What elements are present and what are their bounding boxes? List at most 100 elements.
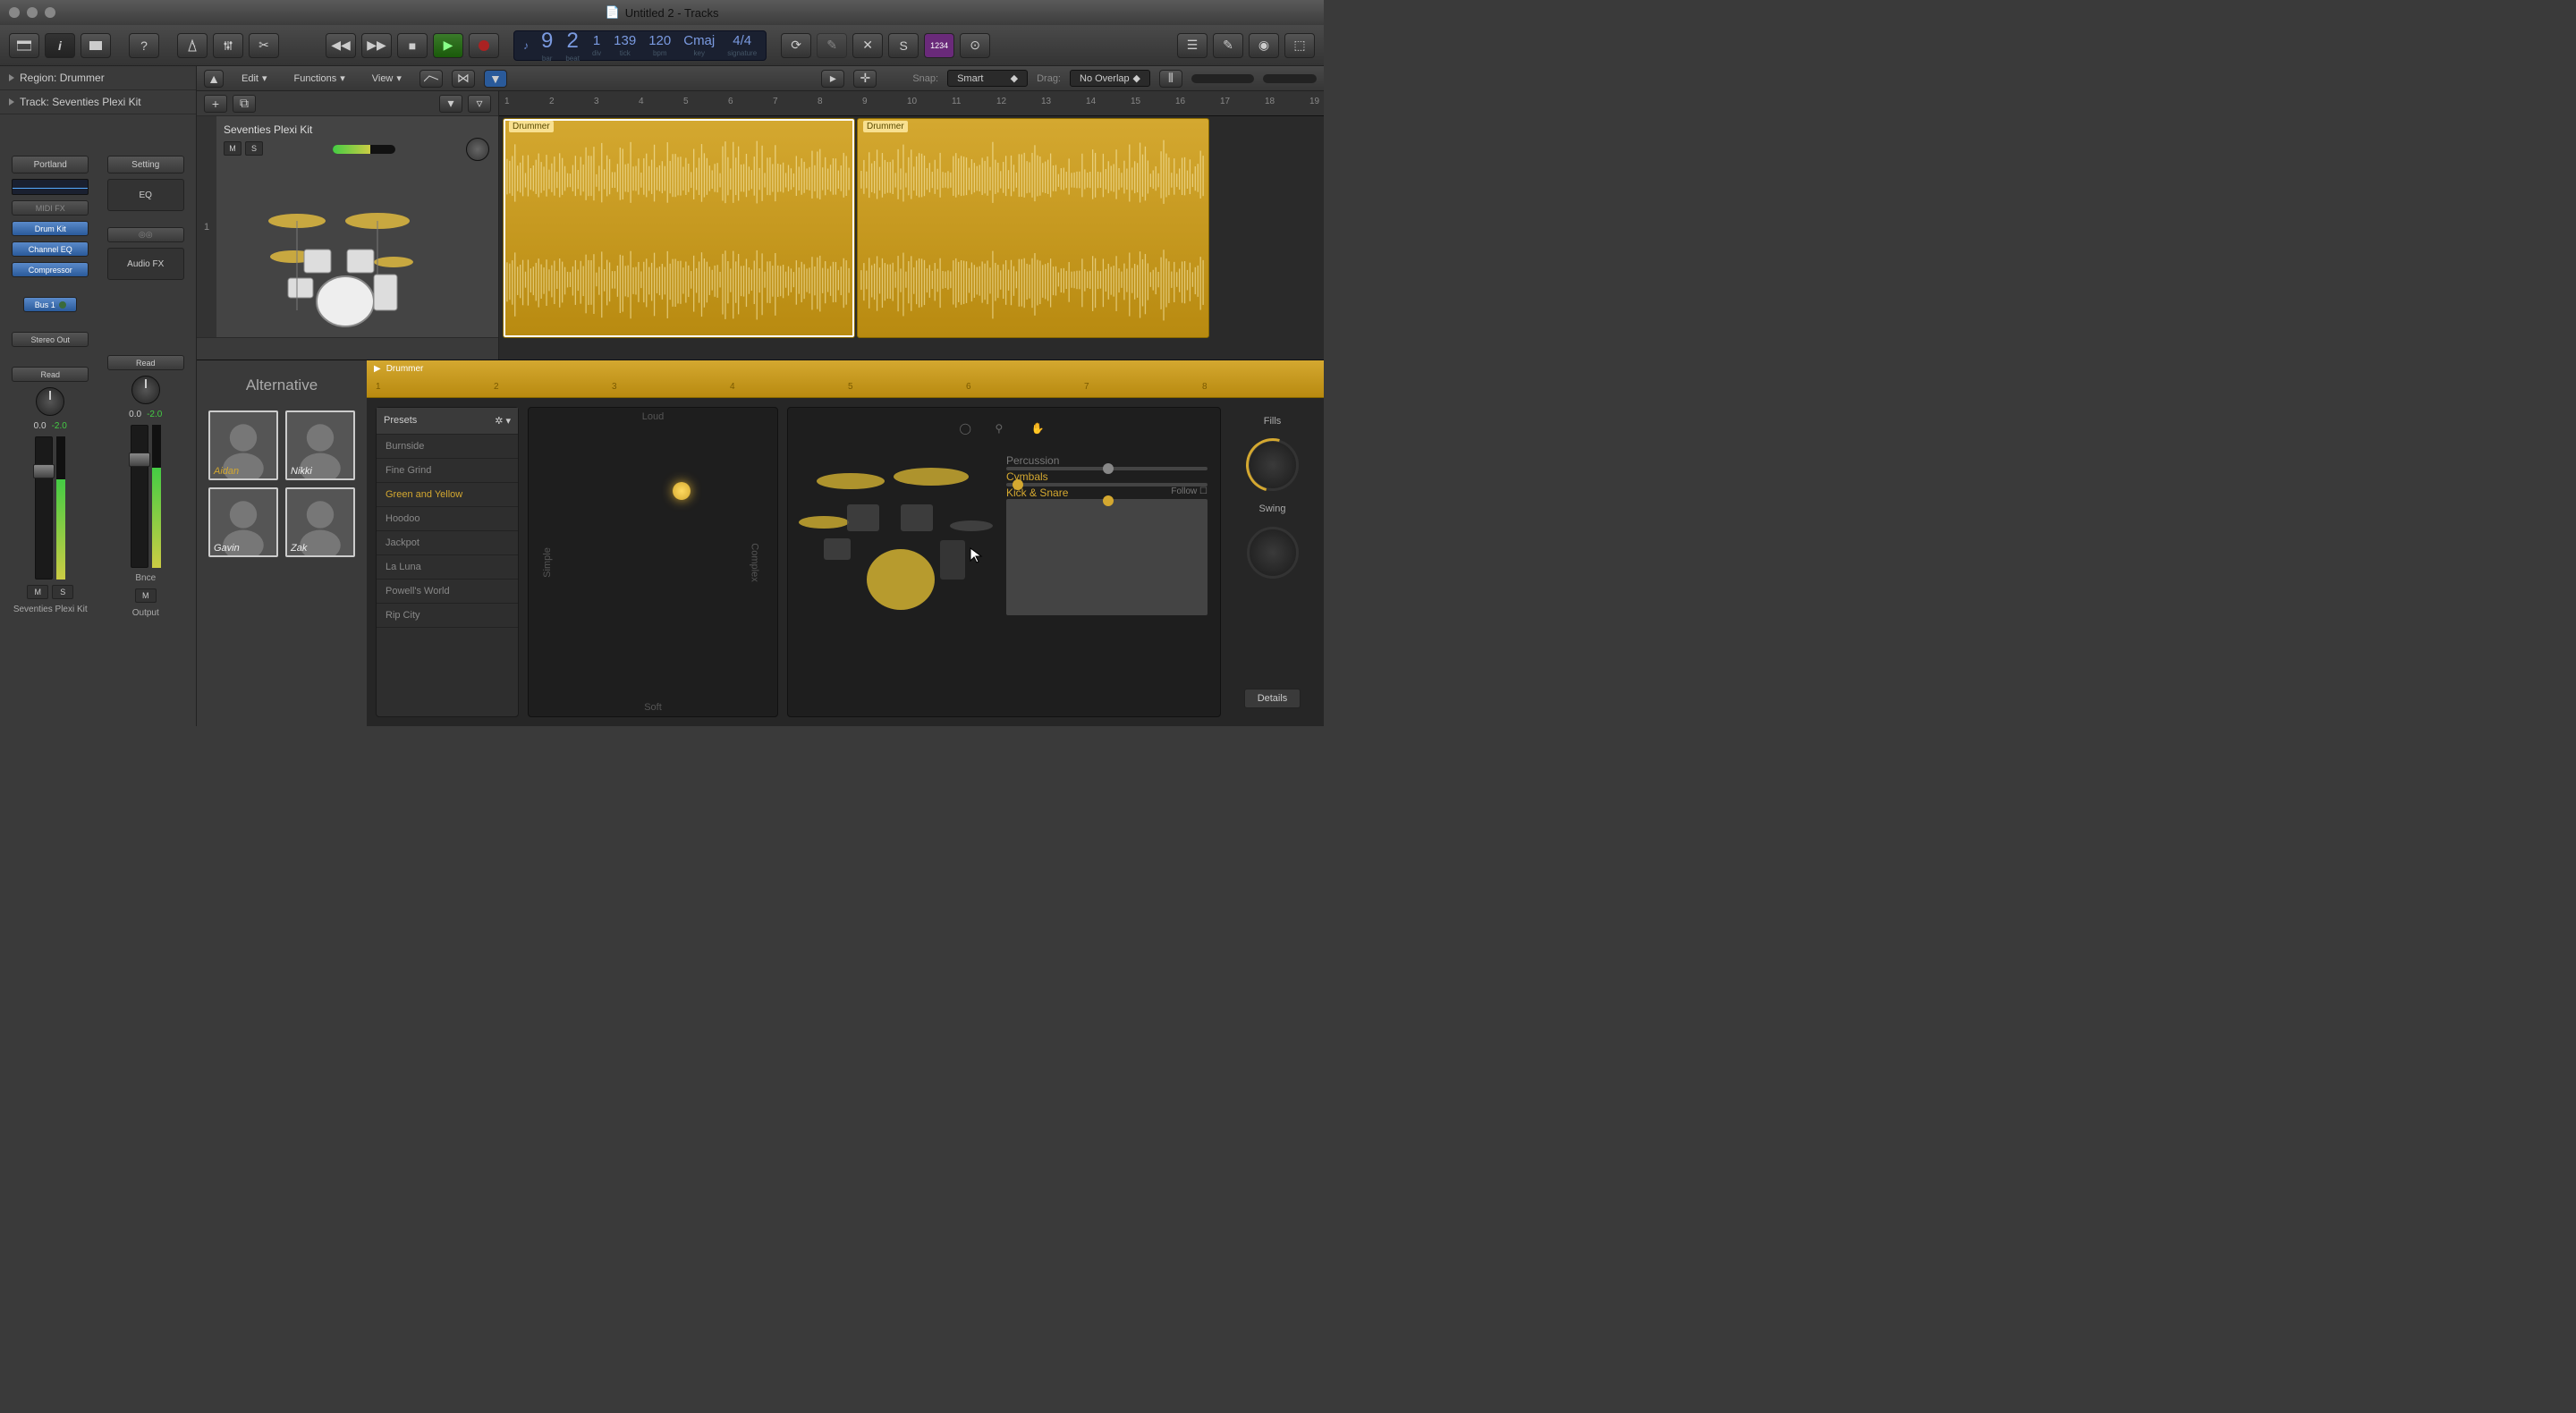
track-row-1[interactable]: 1 Seventies Plexi Kit M S [197, 116, 498, 338]
fills-knob[interactable] [1247, 439, 1299, 491]
preset-item[interactable]: Rip City [377, 604, 518, 628]
pan-knob[interactable] [36, 387, 64, 416]
tambourine-icon[interactable]: ◯ [960, 422, 978, 440]
replace-button[interactable]: ✕ [852, 33, 883, 58]
percussion-slider[interactable] [1006, 467, 1208, 470]
cymbals-slider[interactable] [1006, 483, 1208, 487]
preset-item[interactable]: La Luna [377, 555, 518, 580]
global-tracks-button[interactable]: ▾ [439, 95, 462, 113]
scissors-button[interactable]: ✂ [249, 33, 279, 58]
audio-fx-compressor[interactable]: Compressor [12, 262, 89, 277]
waveform-zoom-button[interactable]: ⦀ [1159, 70, 1182, 88]
shaker-icon[interactable]: ⚲ [996, 422, 1013, 440]
minimize-window-button[interactable] [27, 7, 38, 18]
count-in-button[interactable]: 1234 [924, 33, 954, 58]
pointer-tool[interactable]: ▸ [821, 70, 844, 88]
midi-fx-slot[interactable]: MIDI FX [12, 200, 89, 216]
instrument-slot[interactable]: Drum Kit [12, 221, 89, 236]
play-button[interactable]: ▶ [433, 33, 463, 58]
output-routing[interactable]: Stereo Out [12, 332, 89, 347]
volume-fader[interactable] [35, 436, 53, 580]
flex-button[interactable]: ⋈ [452, 70, 475, 88]
back-button[interactable]: ▲ [204, 70, 224, 88]
track-mute-button[interactable]: M [224, 141, 242, 156]
preset-item[interactable]: Fine Grind [377, 459, 518, 483]
track-pan-knob[interactable] [466, 138, 489, 161]
eq-thumbnail[interactable] [12, 179, 89, 195]
drummer-tile-zak[interactable]: Zak [285, 487, 355, 557]
preset-item[interactable]: Jackpot [377, 531, 518, 555]
region-inspector-header[interactable]: Region: Drummer [0, 66, 196, 90]
snap-select[interactable]: Smart◆ [947, 70, 1028, 87]
track-inspector-header[interactable]: Track: Seventies Plexi Kit [0, 90, 196, 114]
bounce-label[interactable]: Bnce [135, 573, 156, 583]
drummer-tile-gavin[interactable]: Gavin [208, 487, 278, 557]
solo-button[interactable]: S [52, 585, 73, 599]
pan-knob-output[interactable] [131, 376, 160, 404]
cycle-button[interactable]: ⟳ [781, 33, 811, 58]
automation-button[interactable] [419, 70, 443, 88]
kick-snare-slider[interactable] [1006, 499, 1208, 615]
record-button[interactable] [469, 33, 499, 58]
preset-item[interactable]: Hoodoo [377, 507, 518, 531]
tuner-button[interactable] [213, 33, 243, 58]
xy-pad[interactable]: Loud Soft Simple Complex [528, 407, 778, 717]
vzoom-slider[interactable] [1263, 74, 1317, 83]
drummer-tile-aidan[interactable]: Aidan [208, 410, 278, 480]
drummer-tile-nikki[interactable]: Nikki [285, 410, 355, 480]
list-editor-button[interactable]: ☰ [1177, 33, 1208, 58]
inspector-button[interactable]: i [45, 33, 75, 58]
preset-item[interactable]: Powell's World [377, 580, 518, 604]
setting-button[interactable]: Setting [107, 156, 184, 173]
drag-select[interactable]: No Overlap◆ [1070, 70, 1150, 87]
timeline-ruler[interactable]: 12345678910111213141516171819 [499, 91, 1324, 116]
forward-button[interactable]: ▶▶ [361, 33, 392, 58]
view-menu[interactable]: View ▾ [363, 71, 411, 86]
region-drummer-1[interactable]: Drummer [503, 118, 855, 338]
media-browser-button[interactable]: ⬚ [1284, 33, 1315, 58]
region-drummer-2[interactable]: Drummer [857, 118, 1209, 338]
sync-button[interactable]: ⊙ [960, 33, 990, 58]
autopunch-button[interactable]: ✎ [817, 33, 847, 58]
stop-button[interactable]: ■ [397, 33, 428, 58]
edit-menu[interactable]: Edit ▾ [233, 71, 276, 86]
xy-puck[interactable] [673, 482, 691, 500]
arrange-area[interactable]: 12345678910111213141516171819 Drummer Dr… [499, 91, 1324, 360]
swing-knob[interactable] [1247, 527, 1299, 579]
automation-mode[interactable]: Read [12, 367, 89, 382]
lcd-display[interactable]: ♪ 9bar 2beat 1div 139tick 120bpm Cmajkey… [513, 30, 767, 61]
volume-fader-output[interactable] [131, 425, 148, 568]
toolbar-button[interactable] [80, 33, 111, 58]
details-button[interactable]: Details [1244, 689, 1301, 708]
help-button[interactable]: ? [129, 33, 159, 58]
notepad-button[interactable]: ✎ [1213, 33, 1243, 58]
track-solo-button[interactable]: S [245, 141, 263, 156]
eq-slot[interactable]: EQ [107, 179, 184, 211]
rewind-button[interactable]: ◀◀ [326, 33, 356, 58]
drumkit-graphic[interactable] [797, 445, 994, 624]
marquee-tool[interactable]: ✛ [853, 70, 877, 88]
solo-button[interactable]: S [888, 33, 919, 58]
functions-menu[interactable]: Functions ▾ [285, 71, 354, 86]
close-window-button[interactable] [9, 7, 20, 18]
track-name[interactable]: Seventies Plexi Kit [224, 123, 491, 136]
duplicate-track-button[interactable]: ⧉ [233, 95, 256, 113]
stereo-icon[interactable]: ◎◎ [107, 227, 184, 242]
loop-browser-button[interactable]: ◉ [1249, 33, 1279, 58]
audio-fx-channel-eq[interactable]: Channel EQ [12, 241, 89, 257]
library-button[interactable] [9, 33, 39, 58]
add-track-button[interactable]: + [204, 95, 227, 113]
preset-item[interactable]: Burnside [377, 435, 518, 459]
mute-button[interactable]: M [27, 585, 48, 599]
track-header-config-button[interactable]: ▿ [468, 95, 491, 113]
channel-preset-button[interactable]: Portland [12, 156, 89, 173]
editor-ruler[interactable]: ▶ Drummer 12345678 [367, 360, 1324, 398]
hzoom-slider[interactable] [1191, 74, 1254, 83]
metronome-button[interactable] [177, 33, 208, 58]
zoom-window-button[interactable] [45, 7, 55, 18]
preset-item[interactable]: Green and Yellow [377, 483, 518, 507]
mute-button-output[interactable]: M [135, 588, 157, 603]
audio-fx-slot[interactable]: Audio FX [107, 248, 184, 280]
follow-checkbox[interactable]: ☐ [1199, 487, 1208, 496]
presets-gear-icon[interactable]: ✲ ▾ [495, 415, 511, 427]
